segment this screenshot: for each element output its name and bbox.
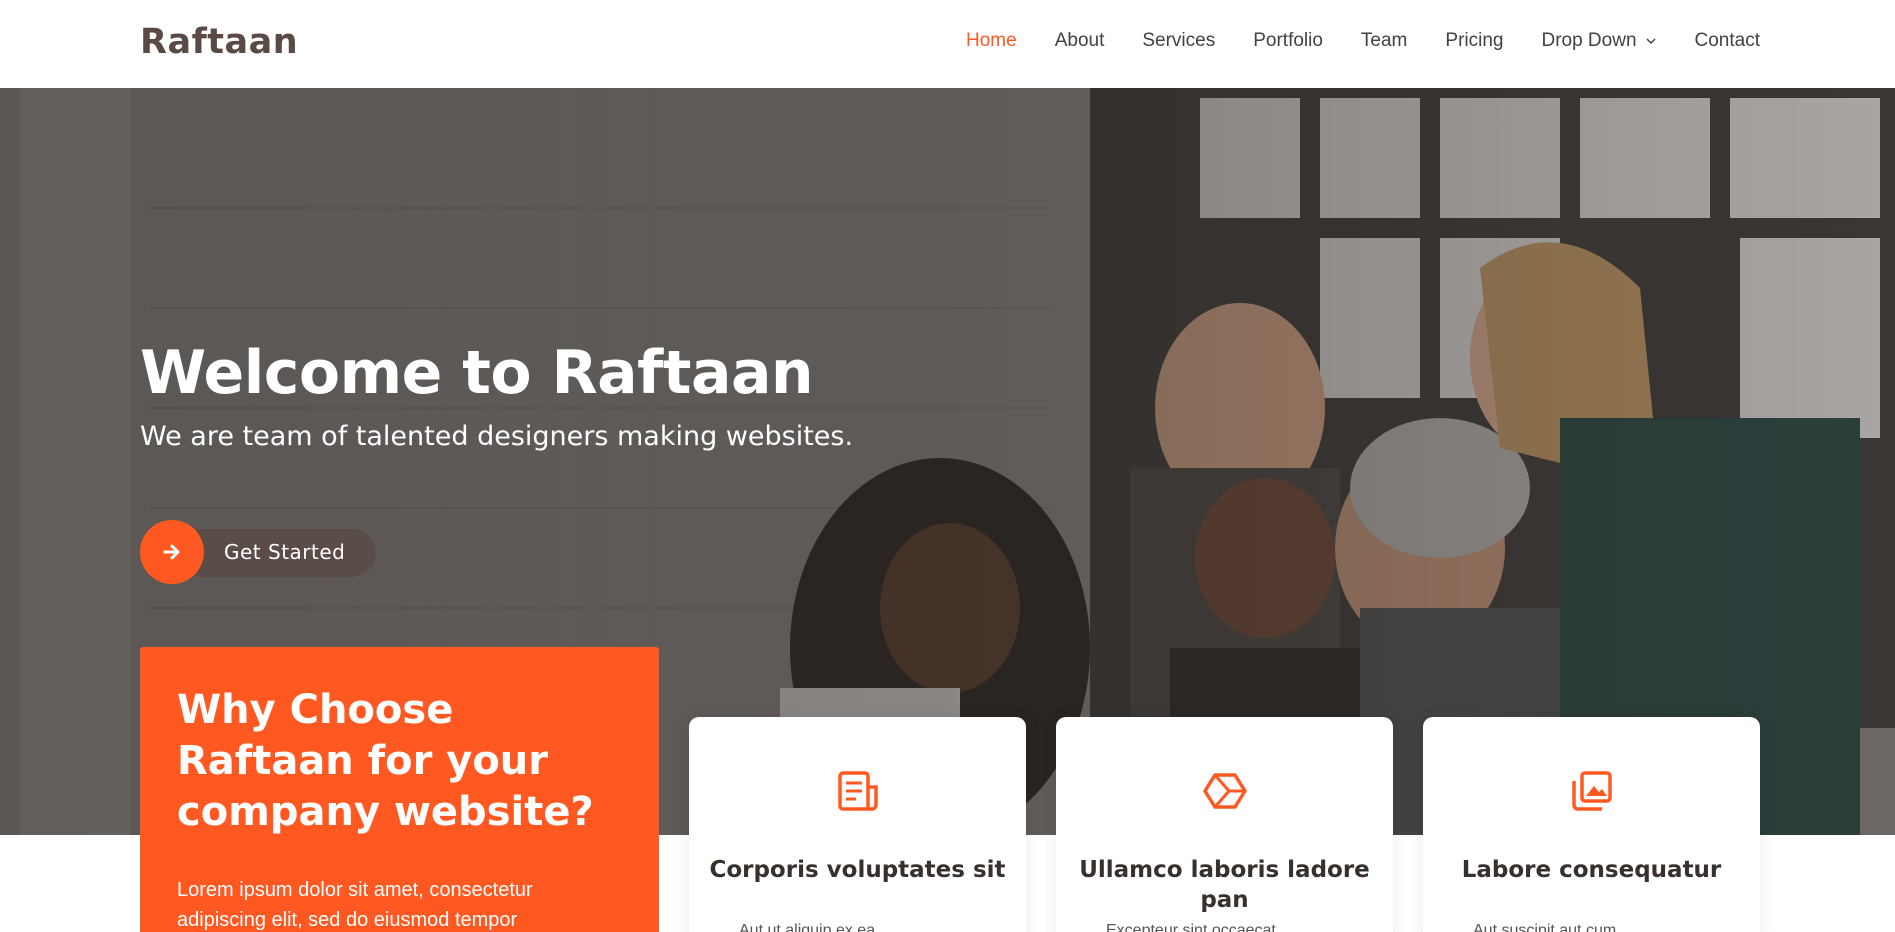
site-header: Raftaan Home About Services Portfolio Te… bbox=[0, 0, 1895, 88]
why-choose-box: Why Choose Raftaan for your company webs… bbox=[140, 647, 659, 932]
chevron-down-icon bbox=[1645, 38, 1656, 45]
main-nav: Home About Services Portfolio Team Prici… bbox=[928, 30, 1760, 52]
hero-title: Welcome to Raftaan bbox=[140, 338, 814, 408]
images-icon bbox=[1571, 771, 1612, 811]
feature-card-title: Corporis voluptates sit bbox=[709, 857, 1006, 883]
nav-dropdown[interactable]: Drop Down bbox=[1541, 30, 1656, 52]
nav-team[interactable]: Team bbox=[1361, 30, 1407, 52]
nav-team-label: Team bbox=[1360, 30, 1408, 51]
nav-services[interactable]: Services bbox=[1142, 30, 1215, 52]
nav-home-label: Home bbox=[966, 30, 1017, 51]
get-started-circle bbox=[140, 520, 204, 584]
arrow-right-icon bbox=[163, 544, 180, 560]
nav-services-label: Services bbox=[1142, 30, 1216, 51]
nav-about-label: About bbox=[1054, 30, 1105, 51]
cube-icon bbox=[1202, 773, 1247, 809]
receipt-icon bbox=[837, 771, 878, 811]
feature-card: Labore consequatur Aut suscipit aut cum bbox=[1423, 717, 1760, 932]
hero-subtitle: We are team of talented designers making… bbox=[140, 421, 854, 452]
feature-card-text: Aut ut aliquip ex ea bbox=[739, 922, 876, 932]
nav-pricing[interactable]: Pricing bbox=[1445, 30, 1503, 52]
feature-card: Ullamco laboris ladore pan Excepteur sin… bbox=[1056, 717, 1393, 932]
nav-dropdown-label: Drop Down bbox=[1541, 30, 1637, 51]
feature-card-title: Labore consequatur bbox=[1461, 857, 1722, 883]
why-choose-title: Why Choose Raftaan for your company webs… bbox=[177, 687, 594, 835]
feature-card-text: Excepteur sint occaecat bbox=[1106, 922, 1276, 932]
why-choose-text: Lorem ipsum dolor sit amet, consectetur … bbox=[177, 879, 533, 931]
nav-contact[interactable]: Contact bbox=[1695, 30, 1760, 52]
nav-about[interactable]: About bbox=[1055, 30, 1105, 52]
site-logo[interactable]: Raftaan bbox=[140, 22, 298, 62]
feature-card-text: Aut suscipit aut cum bbox=[1473, 922, 1617, 932]
nav-portfolio-label: Portfolio bbox=[1253, 30, 1323, 51]
nav-portfolio[interactable]: Portfolio bbox=[1253, 30, 1323, 52]
nav-home[interactable]: Home bbox=[966, 30, 1017, 52]
get-started-label: Get Started bbox=[224, 540, 346, 564]
feature-card: Corporis voluptates sit Aut ut aliquip e… bbox=[689, 717, 1026, 932]
nav-pricing-label: Pricing bbox=[1445, 30, 1504, 51]
feature-card-title: Ullamco laboris ladore pan bbox=[1079, 857, 1370, 913]
get-started-button[interactable]: Get Started bbox=[140, 520, 376, 584]
nav-contact-label: Contact bbox=[1694, 30, 1760, 51]
